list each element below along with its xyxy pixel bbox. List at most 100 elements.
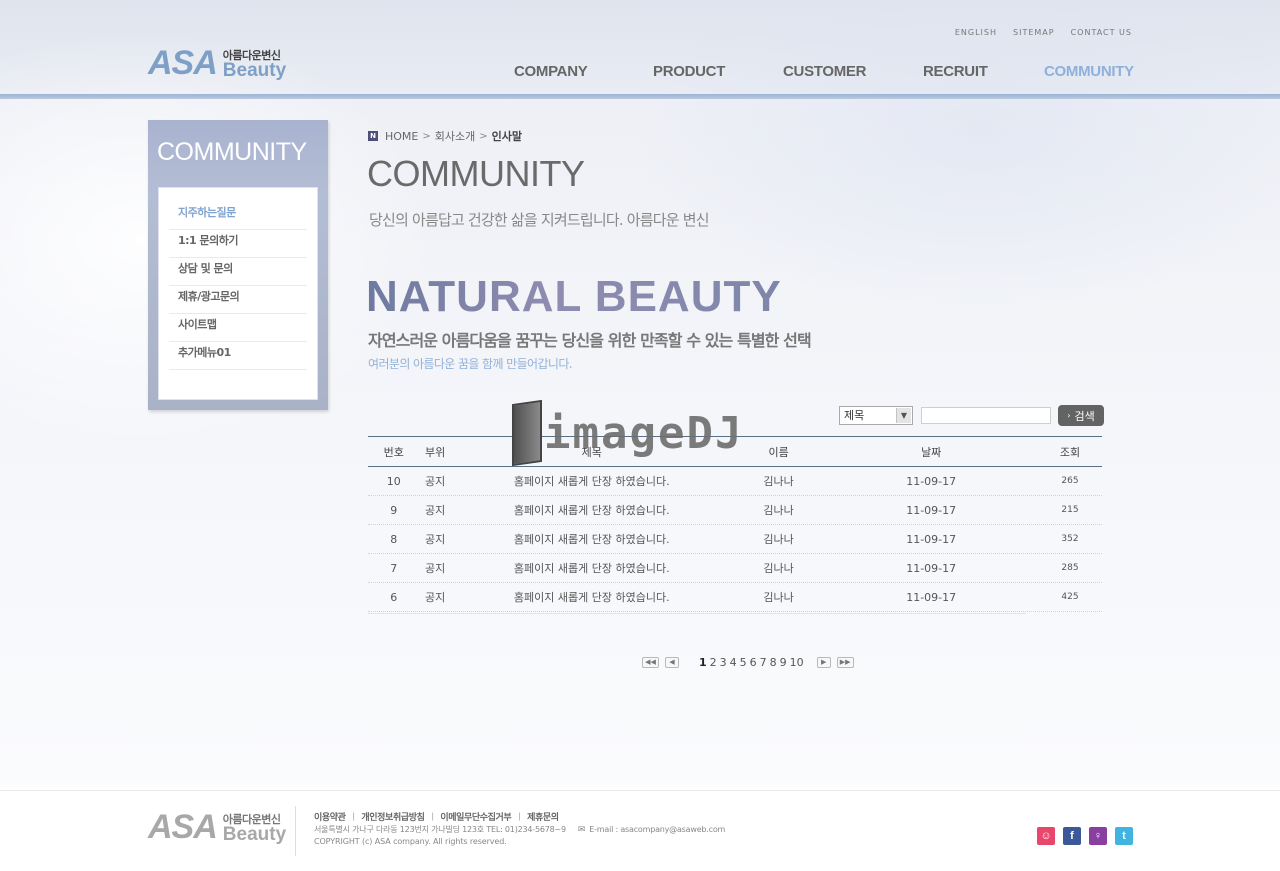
cell-views: 425 bbox=[1061, 592, 1079, 602]
footer-link-email-policy[interactable]: 이메일무단수집거부 bbox=[440, 810, 511, 823]
page-link-4[interactable]: 4 bbox=[730, 656, 737, 669]
cell-no: 10 bbox=[386, 474, 401, 488]
post-title-link[interactable]: 홈페이지 새롭게 단장 하였습니다. bbox=[451, 502, 733, 518]
cell-part: 공지 bbox=[425, 475, 446, 488]
post-title-link[interactable]: 홈페이지 새롭게 단장 하였습니다. bbox=[451, 531, 733, 547]
page-link-5[interactable]: 5 bbox=[740, 656, 747, 669]
header-name: 이름 bbox=[768, 445, 789, 459]
post-title-link[interactable]: 홈페이지 새롭게 단장 하였습니다. bbox=[451, 560, 733, 576]
header-date: 날짜 bbox=[921, 445, 942, 459]
facebook-icon[interactable]: f bbox=[1063, 827, 1081, 845]
banner-tagline: 여러분의 아름다운 꿈을 함께 만들어갑니다. bbox=[368, 357, 573, 371]
footer-link-privacy[interactable]: 개인정보취급방침 bbox=[361, 810, 424, 823]
footer-link-terms[interactable]: 이용약관 bbox=[314, 810, 346, 823]
footer-link-partnership[interactable]: 제휴문의 bbox=[527, 810, 559, 823]
sidebar-item-sitemap[interactable]: 사이트맵 bbox=[169, 314, 307, 342]
cell-name: 김나나 bbox=[763, 533, 794, 546]
footer-separator: ㅣ bbox=[515, 813, 524, 823]
pagination: ◀◀ ◀ 1 2 3 4 5 6 7 8 9 10 ▶ ▶▶ bbox=[642, 656, 854, 669]
header-part: 부위 bbox=[425, 445, 446, 459]
breadcrumb-home[interactable]: HOME bbox=[385, 130, 418, 143]
cell-views: 352 bbox=[1061, 534, 1079, 544]
page-link-1[interactable]: 1 bbox=[699, 656, 707, 669]
sidebar: COMMUNITY 지주하는질문 1:1 문의하기 상담 및 문의 제휴/광고문… bbox=[148, 120, 328, 410]
nav-product[interactable]: PRODUCT bbox=[653, 63, 783, 80]
footer-logo: ASA 아름다운변신 Beauty bbox=[148, 810, 286, 844]
header-title: 제목 bbox=[581, 445, 602, 459]
first-page-icon[interactable]: ◀◀ bbox=[642, 657, 659, 668]
cell-views: 285 bbox=[1061, 563, 1079, 573]
sidebar-item-inquiry[interactable]: 1:1 문의하기 bbox=[169, 230, 307, 258]
cell-name: 김나나 bbox=[763, 475, 794, 488]
cell-name: 김나나 bbox=[763, 504, 794, 517]
footer-email: E-mail : asacompany@asaweb.com bbox=[589, 825, 726, 834]
footer-divider bbox=[0, 790, 1280, 791]
prev-page-icon[interactable]: ◀ bbox=[665, 657, 679, 668]
nav-community[interactable]: COMMUNITY bbox=[1044, 63, 1134, 80]
post-title-link[interactable]: 홈페이지 새롭게 단장 하였습니다. bbox=[451, 589, 733, 605]
cell-part: 공지 bbox=[425, 504, 446, 517]
search-button[interactable]: › 검색 bbox=[1058, 405, 1104, 426]
header-no: 번호 bbox=[383, 445, 404, 459]
breadcrumb-current: 인사말 bbox=[491, 130, 523, 143]
sidebar-item-partnership[interactable]: 제휴/광고문의 bbox=[169, 286, 307, 314]
search-field-value: 제목 bbox=[844, 409, 865, 422]
me2day-icon[interactable]: ♀ bbox=[1089, 827, 1107, 845]
utility-nav: ENGLISH SITEMAP CONTACT US bbox=[955, 28, 1132, 37]
home-icon: N bbox=[368, 131, 378, 141]
cell-no: 7 bbox=[390, 561, 398, 575]
table-row[interactable]: 10 공지 홈페이지 새롭게 단장 하였습니다. 김나나 11-09-17 26… bbox=[368, 467, 1102, 496]
cell-part: 공지 bbox=[425, 591, 446, 604]
page-link-8[interactable]: 8 bbox=[770, 656, 777, 669]
cell-part: 공지 bbox=[425, 533, 446, 546]
sidebar-item-consult[interactable]: 상담 및 문의 bbox=[169, 258, 307, 286]
cell-date: 11-09-17 bbox=[906, 503, 957, 517]
logo-beauty: Beauty bbox=[222, 60, 287, 81]
header-divider bbox=[0, 94, 1280, 99]
page-link-7[interactable]: 7 bbox=[760, 656, 767, 669]
cell-date: 11-09-17 bbox=[906, 532, 957, 546]
page-title: COMMUNITY bbox=[367, 153, 585, 194]
footer-vertical-divider bbox=[295, 806, 296, 856]
post-title-link[interactable]: 홈페이지 새롭게 단장 하였습니다. bbox=[451, 473, 733, 489]
sidebar-item-faq[interactable]: 지주하는질문 bbox=[169, 202, 307, 230]
table-row[interactable]: 9 공지 홈페이지 새롭게 단장 하였습니다. 김나나 11-09-17 215 bbox=[368, 496, 1102, 525]
header-views: 조회 bbox=[1059, 445, 1081, 459]
footer-logo-asa: ASA bbox=[148, 808, 218, 846]
nav-company[interactable]: COMPANY bbox=[514, 63, 653, 80]
nav-recruit[interactable]: RECRUIT bbox=[923, 63, 1044, 80]
table-row[interactable]: 8 공지 홈페이지 새롭게 단장 하였습니다. 김나나 11-09-17 352 bbox=[368, 525, 1102, 554]
banner-subtitle: 자연스러운 아름다움을 꿈꾸는 당신을 위한 만족할 수 있는 특별한 선택 bbox=[368, 331, 812, 350]
nav-customer[interactable]: CUSTOMER bbox=[783, 63, 923, 80]
utility-link-sitemap[interactable]: SITEMAP bbox=[1013, 28, 1055, 37]
page-link-9[interactable]: 9 bbox=[780, 656, 787, 669]
sidebar-item-extra[interactable]: 추가메뉴01 bbox=[169, 342, 307, 370]
utility-link-contact[interactable]: CONTACT US bbox=[1071, 28, 1132, 37]
page-link-3[interactable]: 3 bbox=[720, 656, 727, 669]
cell-name: 김나나 bbox=[763, 591, 794, 604]
arrow-right-icon: › bbox=[1067, 411, 1071, 420]
last-page-icon[interactable]: ▶▶ bbox=[836, 657, 854, 668]
table-row[interactable]: 7 공지 홈페이지 새롭게 단장 하였습니다. 김나나 11-09-17 285 bbox=[368, 554, 1102, 583]
table-row[interactable]: 6 공지 홈페이지 새롭게 단장 하였습니다. 김나나 11-09-17 425 bbox=[368, 583, 1102, 612]
chevron-down-icon: ▼ bbox=[896, 408, 911, 423]
footer-copyright: COPYRIGHT (c) ASA company. All rights re… bbox=[314, 837, 507, 846]
search-input[interactable] bbox=[921, 407, 1051, 424]
breadcrumb-level1[interactable]: 회사소개 bbox=[435, 128, 475, 144]
board-search: 제목 ▼ › 검색 bbox=[839, 405, 1104, 426]
utility-link-english[interactable]: ENGLISH bbox=[955, 28, 997, 37]
cyworld-icon[interactable]: ☺ bbox=[1037, 827, 1055, 845]
cell-name: 김나나 bbox=[763, 562, 794, 575]
page-link-10[interactable]: 10 bbox=[790, 656, 804, 669]
page-link-6[interactable]: 6 bbox=[750, 656, 757, 669]
cell-views: 215 bbox=[1061, 505, 1079, 515]
search-button-label: 검색 bbox=[1074, 409, 1095, 423]
breadcrumb: N HOME > 회사소개 > 인사말 bbox=[368, 128, 522, 144]
cell-date: 11-09-17 bbox=[906, 590, 957, 604]
twitter-icon[interactable]: t bbox=[1115, 827, 1133, 845]
site-logo[interactable]: ASA 아름다운변신 Beauty bbox=[148, 46, 286, 80]
page-link-2[interactable]: 2 bbox=[710, 656, 717, 669]
next-page-icon[interactable]: ▶ bbox=[816, 657, 831, 668]
cell-date: 11-09-17 bbox=[906, 561, 957, 575]
search-field-select[interactable]: 제목 ▼ bbox=[839, 406, 913, 425]
